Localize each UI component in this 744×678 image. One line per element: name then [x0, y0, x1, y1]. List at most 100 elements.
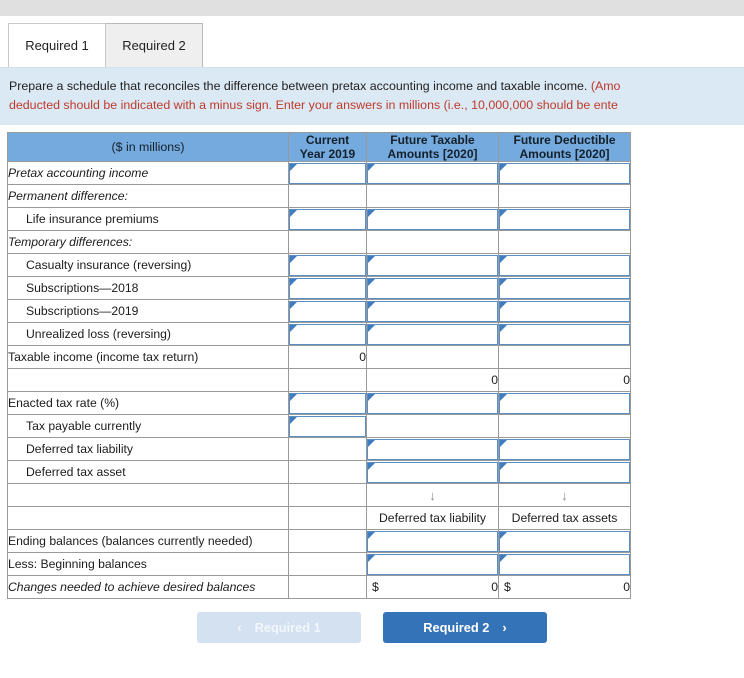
cell-future-deductible[interactable]: [498, 529, 631, 553]
amount-input[interactable]: [289, 300, 366, 322]
row-label: Life insurance premiums: [7, 207, 289, 231]
cell-future-taxable[interactable]: [366, 391, 499, 415]
cell-future-deductible[interactable]: [498, 276, 631, 300]
cell-future-deductible[interactable]: [498, 437, 631, 461]
cell-future-deductible[interactable]: [498, 552, 631, 576]
cell-future-taxable[interactable]: [366, 276, 499, 300]
amount-input[interactable]: [367, 553, 498, 575]
table-row: Less: Beginning balances: [7, 552, 631, 576]
amount-input[interactable]: [289, 208, 366, 230]
header-future-taxable-line1: Future Taxable: [390, 133, 475, 147]
cell-future-taxable[interactable]: [366, 322, 499, 346]
cell-future-deductible[interactable]: [498, 253, 631, 277]
cell-current-year[interactable]: [288, 391, 367, 415]
cell-current-year[interactable]: [288, 253, 367, 277]
arrow-down-icon: ↓: [429, 487, 436, 503]
cell-future-taxable[interactable]: [366, 299, 499, 323]
next-button-label: Required 2: [423, 620, 490, 635]
amount-input[interactable]: [499, 162, 630, 184]
amount-input[interactable]: [367, 438, 498, 460]
header-future-deductible-line2: Amounts [2020]: [519, 147, 610, 161]
table-row: 00: [7, 368, 631, 392]
amount-input[interactable]: [367, 392, 498, 414]
tab-required-2[interactable]: Required 2: [105, 23, 203, 67]
cell-future-taxable[interactable]: [366, 253, 499, 277]
table-row: Casualty insurance (reversing): [7, 253, 631, 277]
cell-future-taxable: 0: [366, 368, 499, 392]
amount-input[interactable]: [289, 323, 366, 345]
row-label: Enacted tax rate (%): [7, 391, 289, 415]
cell-current-year[interactable]: [288, 414, 367, 438]
cell-current-year[interactable]: [288, 299, 367, 323]
cell-current-year: [288, 184, 367, 208]
cell-future-deductible[interactable]: [498, 322, 631, 346]
amount-input[interactable]: [289, 162, 366, 184]
row-label: Unrealized loss (reversing): [7, 322, 289, 346]
cell-future-deductible[interactable]: [498, 161, 631, 185]
next-required-2-button[interactable]: Required 2 ›: [383, 612, 547, 643]
cell-future-deductible: [498, 184, 631, 208]
amount-input[interactable]: [289, 254, 366, 276]
navigation-row: ‹ Required 1 Required 2 ›: [0, 612, 744, 643]
amount-input[interactable]: [367, 530, 498, 552]
amount-input[interactable]: [499, 300, 630, 322]
cell-future-taxable[interactable]: [366, 161, 499, 185]
amount-input[interactable]: [289, 392, 366, 414]
page-root: Required 1 Required 2 Prepare a schedule…: [0, 0, 744, 678]
cell-future-taxable[interactable]: [366, 552, 499, 576]
cell-future-taxable[interactable]: [366, 529, 499, 553]
amount-input[interactable]: [499, 254, 630, 276]
amount-input[interactable]: [367, 162, 498, 184]
cell-future-deductible[interactable]: [498, 391, 631, 415]
cell-current-year[interactable]: [288, 276, 367, 300]
amount-input[interactable]: [367, 300, 498, 322]
amount-input[interactable]: [367, 208, 498, 230]
cell-future-taxable[interactable]: [366, 207, 499, 231]
row-label: Tax payable currently: [7, 414, 289, 438]
table-row: Subscriptions—2018: [7, 276, 631, 300]
cell-future-taxable: ↓: [366, 483, 499, 507]
amount-input[interactable]: [499, 323, 630, 345]
cell-future-taxable[interactable]: [366, 460, 499, 484]
tab-required-1[interactable]: Required 1: [8, 23, 106, 67]
amount-input[interactable]: [289, 277, 366, 299]
cell-current-year[interactable]: [288, 207, 367, 231]
cell-future-deductible[interactable]: [498, 207, 631, 231]
cell-current-year[interactable]: [288, 322, 367, 346]
row-label: Deferred tax liability: [7, 437, 289, 461]
cell-current-year: [288, 460, 367, 484]
table-row: Deferred tax asset: [7, 460, 631, 484]
amount-input[interactable]: [367, 323, 498, 345]
amount-input[interactable]: [367, 277, 498, 299]
amount-input[interactable]: [367, 254, 498, 276]
row-label: Deferred tax asset: [7, 460, 289, 484]
amount-input[interactable]: [367, 461, 498, 483]
amount-input[interactable]: [499, 392, 630, 414]
header-current-line1: Current: [305, 133, 350, 147]
cell-future-deductible: [498, 414, 631, 438]
amount-input[interactable]: [499, 438, 630, 460]
cell-current-year[interactable]: [288, 161, 367, 185]
header-future-deductible: Future Deductible Amounts [2020]: [498, 132, 631, 162]
table-row: Deferred tax liability: [7, 437, 631, 461]
amount-input[interactable]: [499, 530, 630, 552]
row-label: Temporary differences:: [7, 230, 289, 254]
amount-input[interactable]: [499, 461, 630, 483]
previous-required-1-button[interactable]: ‹ Required 1: [197, 612, 361, 643]
amount-input[interactable]: [499, 277, 630, 299]
header-current-line2: Year 2019: [299, 147, 356, 161]
row-label: Casualty insurance (reversing): [7, 253, 289, 277]
table-row: Pretax accounting income: [7, 161, 631, 185]
cell-future-deductible[interactable]: [498, 299, 631, 323]
amount-input[interactable]: [289, 415, 366, 437]
top-gray-bar: [0, 0, 744, 16]
previous-button-label: Required 1: [254, 620, 321, 635]
amount-input[interactable]: [499, 208, 630, 230]
cell-current-year: [288, 368, 367, 392]
amount-input[interactable]: [499, 553, 630, 575]
cell-future-taxable[interactable]: [366, 437, 499, 461]
instruction-line-2: deducted should be indicated with a minu…: [9, 98, 618, 112]
tab-strip: Required 1 Required 2: [0, 20, 744, 67]
row-label: Subscriptions—2019: [7, 299, 289, 323]
cell-future-deductible[interactable]: [498, 460, 631, 484]
